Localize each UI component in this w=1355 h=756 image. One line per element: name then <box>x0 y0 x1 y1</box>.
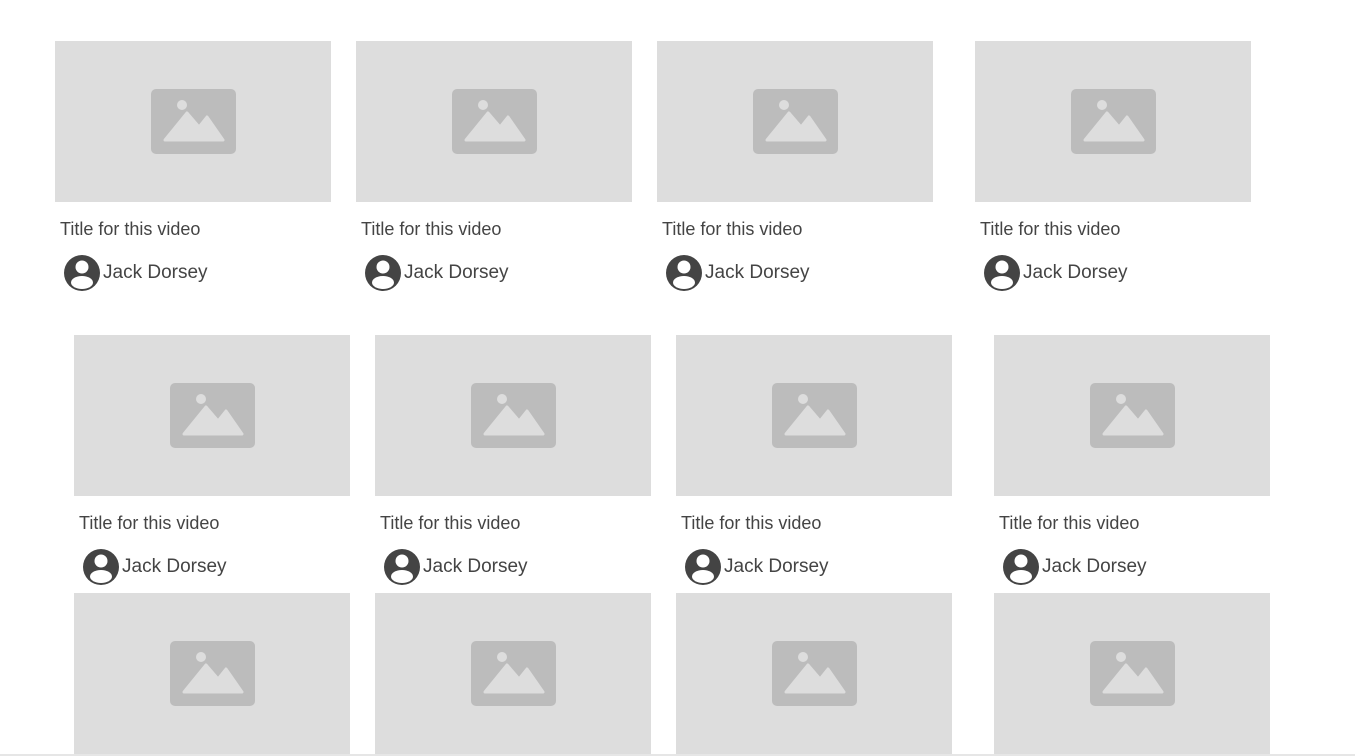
video-thumbnail[interactable] <box>74 593 350 754</box>
image-placeholder-icon <box>452 89 537 154</box>
video-card[interactable]: Title for this video Jack Dorsey <box>74 335 350 585</box>
video-thumbnail[interactable] <box>356 41 632 202</box>
image-placeholder-icon <box>170 641 255 706</box>
video-card[interactable] <box>676 593 952 756</box>
channel-info[interactable]: Jack Dorsey <box>683 547 829 587</box>
account-circle-icon <box>64 255 100 291</box>
video-title[interactable]: Title for this video <box>681 513 821 534</box>
image-placeholder-icon <box>753 89 838 154</box>
video-card[interactable]: Title for this video Jack Dorsey <box>657 41 933 291</box>
account-circle-icon <box>365 255 401 291</box>
channel-info[interactable]: Jack Dorsey <box>363 253 509 293</box>
video-card[interactable]: Title for this video Jack Dorsey <box>975 41 1251 291</box>
image-placeholder-icon <box>1090 383 1175 448</box>
channel-info[interactable]: Jack Dorsey <box>1001 547 1147 587</box>
video-card[interactable] <box>994 593 1270 756</box>
channel-info[interactable]: Jack Dorsey <box>382 547 528 587</box>
channel-name: Jack Dorsey <box>122 556 227 577</box>
channel-info[interactable]: Jack Dorsey <box>664 253 810 293</box>
channel-name: Jack Dorsey <box>705 262 810 283</box>
account-circle-icon <box>984 255 1020 291</box>
video-title[interactable]: Title for this video <box>662 219 802 240</box>
image-placeholder-icon <box>772 641 857 706</box>
video-thumbnail[interactable] <box>676 593 952 754</box>
image-placeholder-icon <box>151 89 236 154</box>
video-title[interactable]: Title for this video <box>999 513 1139 534</box>
video-thumbnail[interactable] <box>55 41 331 202</box>
video-title[interactable]: Title for this video <box>980 219 1120 240</box>
video-thumbnail[interactable] <box>994 335 1270 496</box>
video-card[interactable]: Title for this video Jack Dorsey <box>994 335 1270 585</box>
account-circle-icon <box>666 255 702 291</box>
video-thumbnail[interactable] <box>375 593 651 754</box>
channel-name: Jack Dorsey <box>1042 556 1147 577</box>
video-card[interactable]: Title for this video Jack Dorsey <box>356 41 632 291</box>
video-thumbnail[interactable] <box>975 41 1251 202</box>
video-thumbnail[interactable] <box>657 41 933 202</box>
channel-name: Jack Dorsey <box>1023 262 1128 283</box>
channel-name: Jack Dorsey <box>404 262 509 283</box>
image-placeholder-icon <box>1071 89 1156 154</box>
video-title[interactable]: Title for this video <box>60 219 200 240</box>
video-card[interactable]: Title for this video Jack Dorsey <box>55 41 331 291</box>
image-placeholder-icon <box>772 383 857 448</box>
video-title[interactable]: Title for this video <box>79 513 219 534</box>
video-thumbnail[interactable] <box>74 335 350 496</box>
channel-info[interactable]: Jack Dorsey <box>81 547 227 587</box>
video-title[interactable]: Title for this video <box>361 219 501 240</box>
video-title[interactable]: Title for this video <box>380 513 520 534</box>
video-grid-page: Title for this video Jack Dorsey Title f… <box>0 0 1355 756</box>
channel-info[interactable]: Jack Dorsey <box>982 253 1128 293</box>
image-placeholder-icon <box>471 383 556 448</box>
image-placeholder-icon <box>170 383 255 448</box>
video-card[interactable]: Title for this video Jack Dorsey <box>676 335 952 585</box>
channel-name: Jack Dorsey <box>423 556 528 577</box>
channel-name: Jack Dorsey <box>724 556 829 577</box>
video-card[interactable]: Title for this video Jack Dorsey <box>375 335 651 585</box>
video-thumbnail[interactable] <box>676 335 952 496</box>
channel-info[interactable]: Jack Dorsey <box>62 253 208 293</box>
video-thumbnail[interactable] <box>994 593 1270 754</box>
account-circle-icon <box>83 549 119 585</box>
channel-name: Jack Dorsey <box>103 262 208 283</box>
account-circle-icon <box>1003 549 1039 585</box>
image-placeholder-icon <box>1090 641 1175 706</box>
video-thumbnail[interactable] <box>375 335 651 496</box>
account-circle-icon <box>685 549 721 585</box>
video-card[interactable] <box>375 593 651 756</box>
image-placeholder-icon <box>471 641 556 706</box>
account-circle-icon <box>384 549 420 585</box>
video-card[interactable] <box>74 593 350 756</box>
